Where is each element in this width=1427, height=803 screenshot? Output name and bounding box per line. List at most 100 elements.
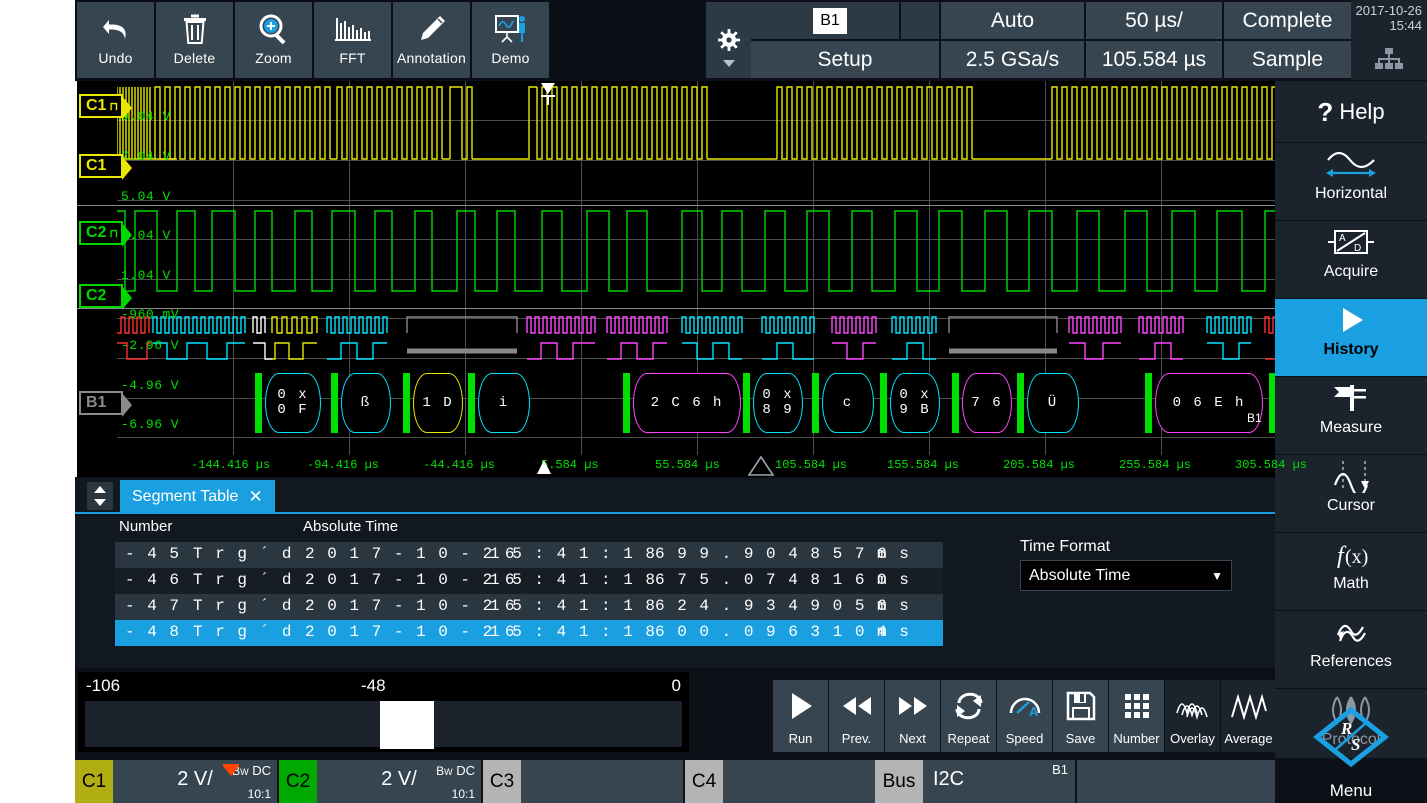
threshold-icon-2: ⊓: [109, 227, 118, 240]
annotation-button[interactable]: Annotation: [393, 2, 470, 78]
channel-tag-c1-threshold[interactable]: C1 ⊓: [79, 94, 123, 118]
channel-tag-c1[interactable]: C1: [79, 154, 123, 178]
bus-slot[interactable]: B1: [751, 2, 899, 39]
bus-frame[interactable]: 0 x9 B: [890, 373, 940, 433]
sample-rate[interactable]: 2.5 GSa/s: [941, 41, 1084, 78]
save-button[interactable]: Save: [1053, 680, 1108, 752]
fast-forward-icon: [885, 680, 940, 732]
bus-frame[interactable]: i: [478, 373, 530, 433]
channel-key-c4[interactable]: C4: [685, 760, 723, 803]
channel-key-c2[interactable]: C2: [279, 760, 317, 803]
sidebar-item-help[interactable]: ? Help: [1275, 81, 1427, 143]
slider-track[interactable]: [84, 700, 683, 748]
close-icon[interactable]: ✕: [248, 487, 262, 507]
channel-c1-ratio: 10:1: [248, 787, 271, 801]
network-icon[interactable]: [1374, 48, 1404, 75]
waveform-diagram[interactable]: 0 x0 Fß1 Di2 C 6 h0 x8 9c0 x9 B7 6Ü0 6 E…: [75, 81, 1275, 477]
rohde-schwarz-logo[interactable]: R S: [1313, 706, 1389, 773]
timebase[interactable]: 50 µs/: [1086, 2, 1222, 39]
speed-button[interactable]: A Speed: [997, 680, 1052, 752]
bus-frame-text: 0 x: [899, 388, 930, 403]
sidebar-item-horizontal[interactable]: Horizontal: [1275, 143, 1427, 221]
voltage-label-7: -4.96 V: [121, 378, 179, 393]
table-row[interactable]: - 4 8T r g ´ d2 0 1 7 - 1 0 - 2 61 5 : 4…: [115, 620, 943, 646]
horizontal-position[interactable]: 105.584 µs: [1086, 41, 1222, 78]
zoom-button[interactable]: Zoom: [235, 2, 312, 78]
cell-time: 1 5 : 4 1 : 1 8: [490, 597, 657, 615]
chevron-down-icon[interactable]: ▼: [1211, 569, 1223, 583]
channel-tag-c2-threshold[interactable]: C2 ⊓: [79, 221, 123, 245]
trigger-mode[interactable]: Auto: [941, 2, 1084, 39]
sidebar-item-measure[interactable]: Measure: [1275, 377, 1427, 455]
table-row[interactable]: - 4 5T r g ´ d2 0 1 7 - 1 0 - 2 61 5 : 4…: [115, 542, 943, 568]
bus-frame[interactable]: 1 D: [413, 373, 463, 433]
sidebar-item-math[interactable]: f(x) Math: [1275, 533, 1427, 611]
channel-key-c3[interactable]: C3: [483, 760, 521, 803]
table-row[interactable]: - 4 6T r g ´ d2 0 1 7 - 1 0 - 2 61 5 : 4…: [115, 568, 943, 594]
channel-bar-empty: [1077, 760, 1275, 803]
run-button[interactable]: Run: [773, 680, 828, 752]
bus-frame[interactable]: 0 x8 9: [753, 373, 803, 433]
channel-group-c4: C4: [685, 760, 885, 803]
bus-body[interactable]: I2C B1: [923, 760, 1075, 803]
pane-spinner[interactable]: [87, 482, 113, 510]
bus-key[interactable]: Bus: [875, 760, 923, 803]
channel-body-c3[interactable]: [521, 760, 683, 803]
trigger-position-marker-icon[interactable]: [745, 455, 777, 477]
time-label-7: 205.584 µs: [1003, 458, 1075, 472]
chevron-down-icon[interactable]: [723, 60, 735, 67]
history-slider[interactable]: -106 -48 0: [78, 672, 689, 752]
channel-tag-b1[interactable]: B1: [79, 391, 123, 415]
toolbar-settings[interactable]: [706, 2, 751, 78]
annotation-label: Annotation: [393, 50, 470, 66]
delete-button[interactable]: Delete: [156, 2, 233, 78]
bus-marker-bar: [623, 373, 630, 433]
prev-button[interactable]: Prev.: [829, 680, 884, 752]
bus-frame[interactable]: 7 6: [962, 373, 1012, 433]
bus-frame[interactable]: 0 x0 F: [265, 373, 321, 433]
average-button[interactable]: Average: [1221, 680, 1276, 752]
speed-label: Speed: [997, 732, 1052, 746]
acquisition-state[interactable]: Complete: [1224, 2, 1351, 39]
channel-body-c1[interactable]: 2 V/ BW DC 10:1: [113, 760, 277, 803]
bus-frame[interactable]: 2 C 6 h: [633, 373, 741, 433]
gear-icon[interactable]: [718, 29, 740, 56]
setup-button[interactable]: Setup: [751, 41, 939, 78]
sidebar-item-history[interactable]: History: [1275, 299, 1427, 377]
reference-marker-icon[interactable]: [529, 456, 559, 476]
tab-segment-table[interactable]: Segment Table ✕: [120, 480, 275, 514]
bus-frame[interactable]: ß: [341, 373, 391, 433]
repeat-button[interactable]: Repeat: [941, 680, 996, 752]
time-label-0: -144.416 µs: [191, 458, 270, 472]
slider-mid-label: -48: [361, 676, 386, 696]
bus-frame[interactable]: c: [822, 373, 874, 433]
sidebar-item-references[interactable]: References: [1275, 611, 1427, 689]
channel-body-c4[interactable]: [723, 760, 885, 803]
demo-presentation-icon: [472, 2, 549, 50]
time-format-select[interactable]: Absolute Time ▼: [1020, 560, 1232, 591]
next-button[interactable]: Next: [885, 680, 940, 752]
cell-state: T r g ´ d: [193, 597, 293, 615]
demo-button[interactable]: Demo: [472, 2, 549, 78]
overlay-button[interactable]: Overlay: [1165, 680, 1220, 752]
cell-date: 2 0 1 7 - 1 0 - 2 6: [305, 597, 516, 615]
slider-thumb[interactable]: [380, 701, 434, 749]
bus-frame[interactable]: Ü: [1027, 373, 1079, 433]
channel-tag-c2[interactable]: C2: [79, 284, 123, 308]
average-wave-icon: [1221, 680, 1276, 732]
channel-body-c2[interactable]: 2 V/ BW DC 10:1: [317, 760, 481, 803]
acquisition-mode[interactable]: Sample: [1224, 41, 1351, 78]
fft-button[interactable]: FFT: [314, 2, 391, 78]
number-button[interactable]: Number: [1109, 680, 1164, 752]
undo-button[interactable]: Undo: [77, 2, 154, 78]
bus-tab-b1[interactable]: B1: [813, 8, 847, 34]
channel-key-c1[interactable]: C1: [75, 760, 113, 803]
average-label: Average: [1221, 732, 1276, 746]
table-row[interactable]: - 4 7T r g ´ d2 0 1 7 - 1 0 - 2 61 5 : 4…: [115, 594, 943, 620]
segment-table[interactable]: Number Absolute Time - 4 5T r g ´ d2 0 1…: [75, 516, 1275, 668]
sidebar-item-acquire[interactable]: AD Acquire: [1275, 221, 1427, 299]
time-format-value: Absolute Time: [1029, 567, 1130, 585]
menu-label[interactable]: Menu: [1275, 781, 1427, 801]
cell-number: - 4 6: [125, 571, 181, 589]
clock-area[interactable]: 2017-10-26 15:44: [1351, 0, 1427, 80]
